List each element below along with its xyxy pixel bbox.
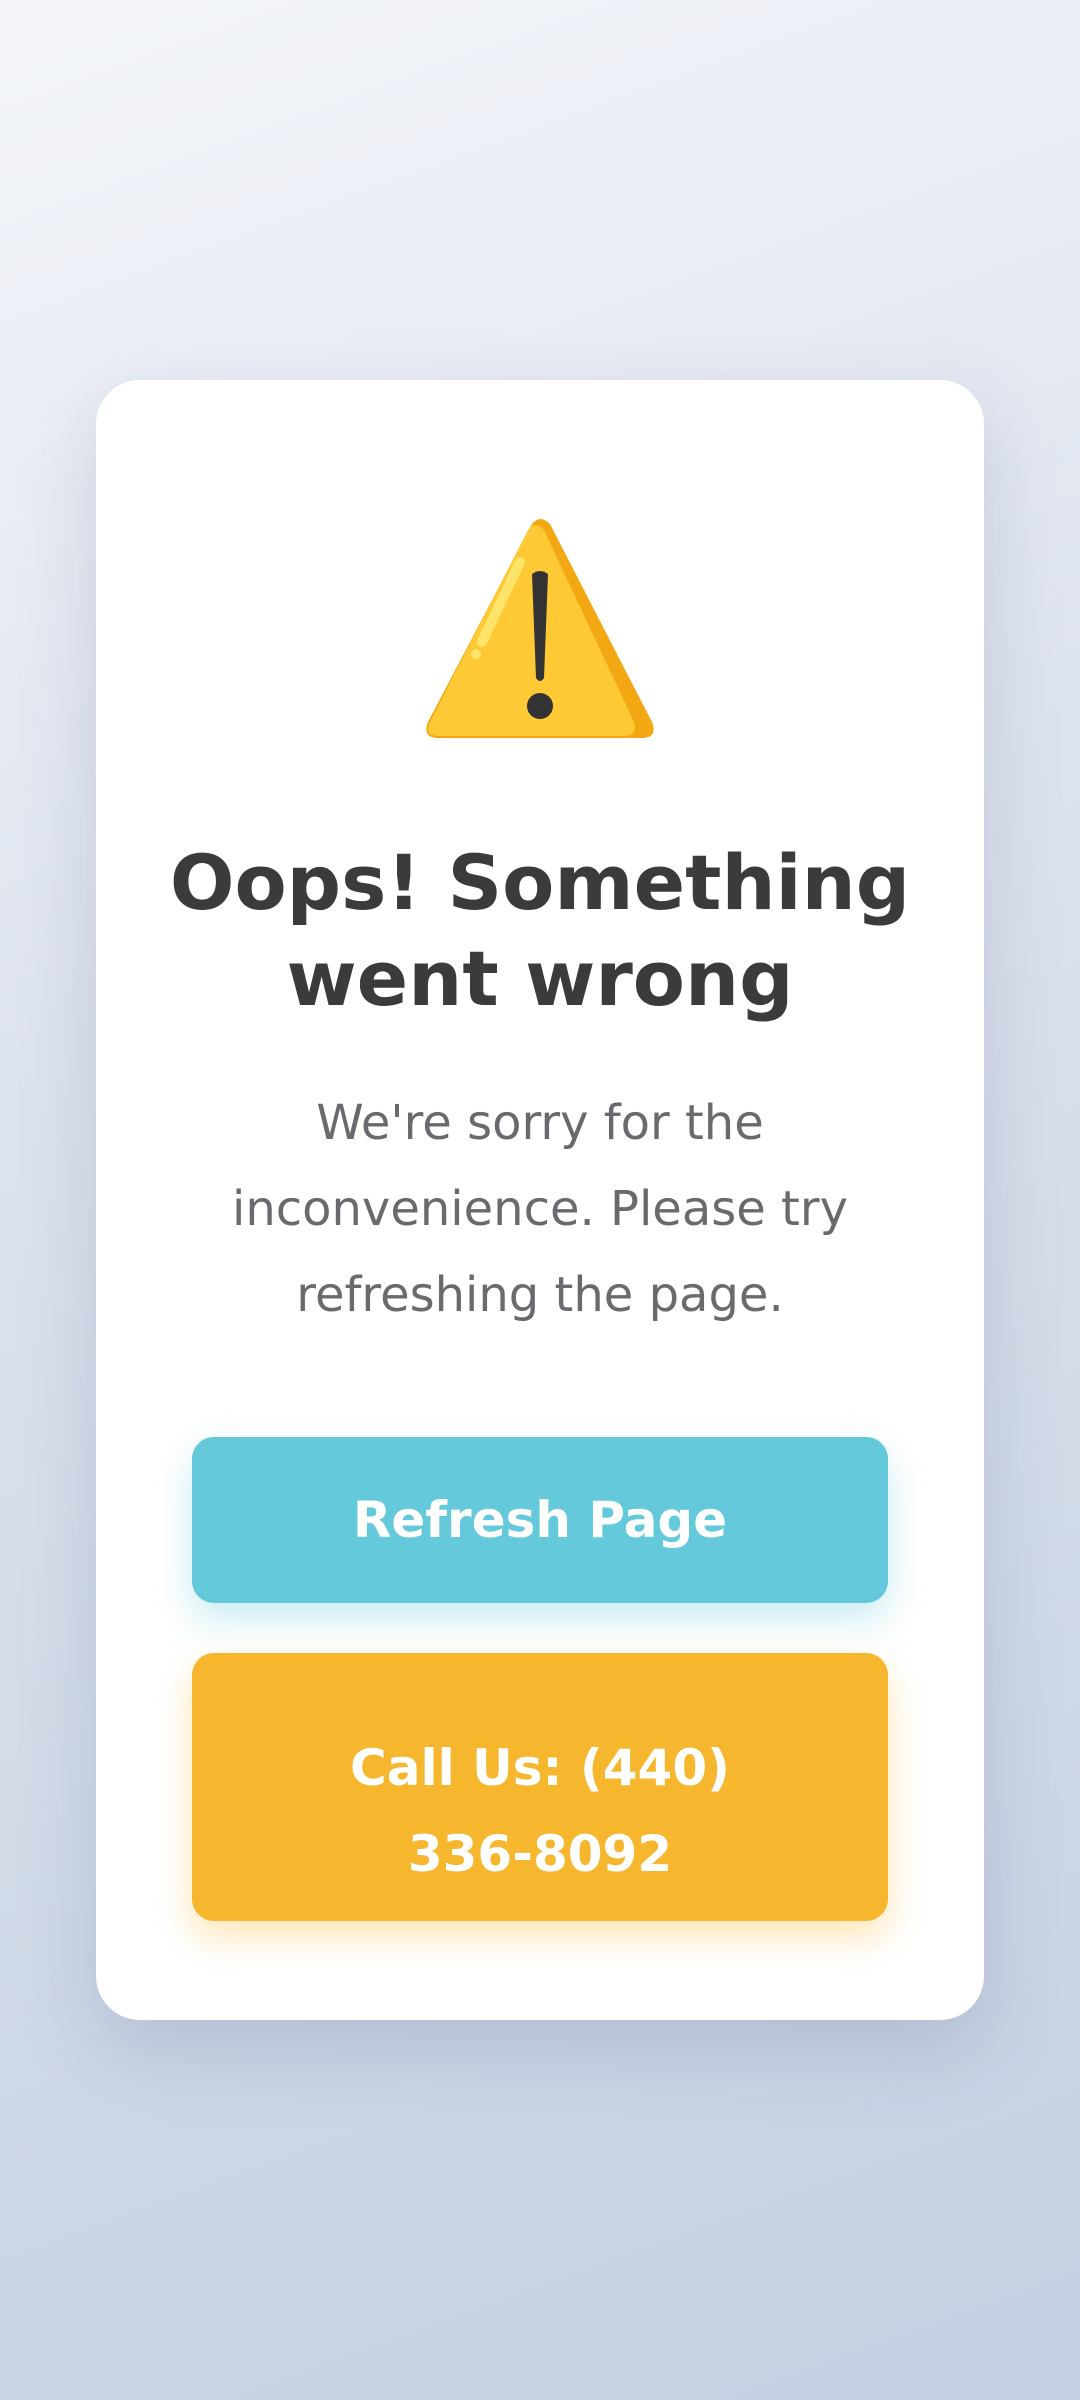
- warning-icon-container: [96, 516, 984, 752]
- refresh-page-button[interactable]: Refresh Page: [192, 1437, 888, 1603]
- warning-triangle-icon: [426, 519, 654, 738]
- error-message: We're sorry for the inconvenience. Pleas…: [231, 1095, 848, 1323]
- call-us-button[interactable]: Call Us: (440) 336-8092: [192, 1653, 888, 1921]
- error-title: Oops! Something went wrong: [169, 838, 911, 1023]
- error-card: Oops! Something went wrong We're sorry f…: [96, 380, 984, 2020]
